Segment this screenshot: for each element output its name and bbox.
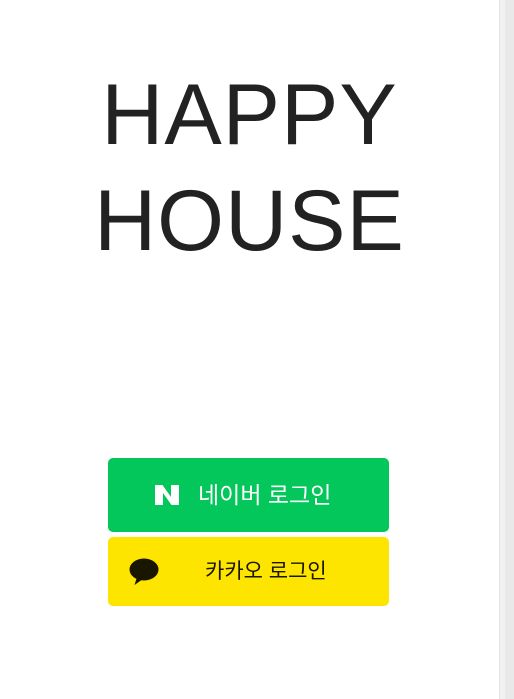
app-title-line-1: HAPPY bbox=[101, 67, 398, 163]
page-content: HAPPY HOUSE 네이버 로그인 카카오 로그인 bbox=[0, 0, 499, 699]
kakao-login-label: 카카오 로그인 bbox=[205, 560, 327, 583]
kakao-login-button[interactable]: 카카오 로그인 bbox=[108, 537, 389, 606]
app-title: HAPPY HOUSE bbox=[0, 62, 499, 274]
naver-login-label: 네이버 로그인 bbox=[198, 482, 332, 508]
app-title-line-2: HOUSE bbox=[94, 173, 405, 269]
naver-login-button[interactable]: 네이버 로그인 bbox=[108, 458, 389, 532]
naver-logo-icon bbox=[155, 485, 179, 505]
kakao-speech-bubble-icon bbox=[129, 558, 159, 586]
scrollbar-thumb[interactable] bbox=[505, 0, 514, 699]
